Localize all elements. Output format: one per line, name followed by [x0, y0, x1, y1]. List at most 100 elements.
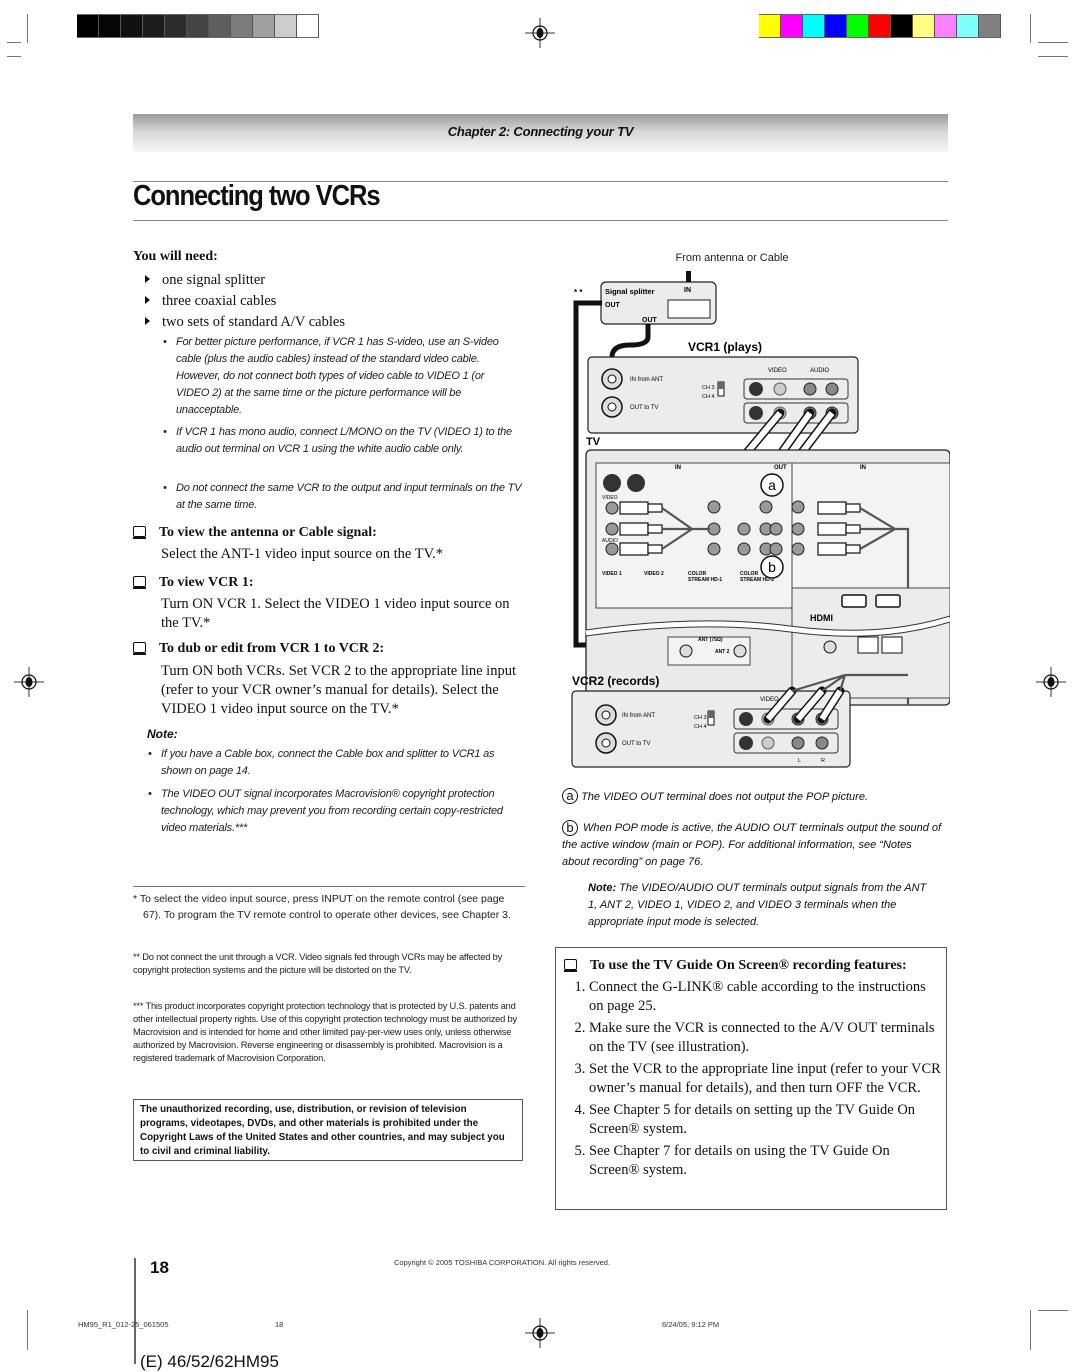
crop-mark — [7, 42, 21, 43]
svg-text:IN from ANT: IN from ANT — [630, 377, 663, 383]
page-number-rule — [134, 1258, 136, 1364]
color-swatch — [913, 15, 935, 37]
color-swatch — [143, 15, 165, 37]
svg-text:VIDEO 2: VIDEO 2 — [644, 571, 664, 577]
svg-text:VCR2 (records): VCR2 (records) — [572, 674, 659, 688]
svg-text:OUT: OUT — [774, 465, 787, 471]
svg-text:CH 4: CH 4 — [702, 394, 715, 400]
footnote-3: *** This product incorporates copyright … — [133, 1001, 517, 1063]
svg-text:IN from ANT: IN from ANT — [622, 713, 655, 719]
connection-diagram: From antenna or Cable Signal splitter IN… — [571, 252, 950, 768]
color-swatch — [803, 15, 825, 37]
svg-text:CH 3: CH 3 — [694, 715, 707, 721]
bullet-triangle-icon — [145, 296, 150, 304]
svg-text:* *: * * — [574, 288, 583, 297]
crop-mark — [27, 14, 28, 43]
callout-b: b — [768, 559, 776, 575]
color-swatch — [231, 15, 253, 37]
crop-mark — [27, 1310, 28, 1350]
list-item: See Chapter 7 for details on using the T… — [589, 1142, 941, 1180]
crop-mark — [1030, 14, 1031, 43]
list-item: Set the VCR to the appropriate line inpu… — [589, 1060, 941, 1098]
task-view-vcr1: To view VCR 1: Turn ON VCR 1. Select the… — [133, 575, 528, 633]
color-swatch — [275, 15, 297, 37]
tv-checkbox-icon — [133, 642, 146, 655]
task-view-antenna: To view the antenna or Cable signal: Sel… — [133, 525, 528, 564]
svg-text:OUT to TV: OUT to TV — [622, 741, 650, 747]
crop-mark — [7, 56, 21, 57]
slug-page: 18 — [275, 1320, 284, 1329]
color-swatch — [121, 15, 143, 37]
color-swatch — [825, 15, 847, 37]
registration-mark — [1036, 667, 1066, 697]
tv-checkbox-icon — [564, 959, 577, 972]
color-swatch — [957, 15, 979, 37]
page-title: Connecting two VCRs — [133, 180, 381, 212]
color-swatch — [847, 15, 869, 37]
footnote-1: * To select the video input source, pres… — [133, 893, 511, 921]
bullet-triangle-icon — [145, 317, 150, 325]
note-item: • The VIDEO OUT signal incorporates Macro… — [148, 788, 503, 834]
title-rule-bottom — [133, 220, 948, 221]
slug-file: HM95_R1_012-25_061505 — [78, 1320, 169, 1329]
svg-text:R: R — [821, 758, 825, 764]
tv-guide-recording-box: To use the TV Guide On Screen® recording… — [555, 947, 947, 1210]
svg-text:IN: IN — [860, 465, 866, 471]
svg-text:CH 3: CH 3 — [702, 385, 715, 391]
vcr1-panel: VCR1 (plays) IN from ANT OUT to TV CH 3 … — [587, 340, 859, 434]
color-swatch — [253, 15, 275, 37]
callout-a: a — [768, 477, 776, 493]
color-swatch — [979, 15, 1001, 37]
svg-text:CH 4: CH 4 — [694, 724, 707, 730]
svg-text:IN: IN — [684, 287, 691, 294]
needs-note: • For better picture performance, if VCR … — [163, 336, 499, 416]
color-swatch — [891, 15, 913, 37]
color-swatch — [77, 15, 99, 37]
registration-mark — [14, 667, 44, 697]
list-item: Make sure the VCR is connected to the A/… — [589, 1019, 941, 1057]
footnote-2: ** Do not connect the unit through a VCR… — [133, 952, 503, 975]
list-item: See Chapter 5 for details on setting up … — [589, 1101, 941, 1139]
svg-text:VIDEO: VIDEO — [768, 368, 787, 374]
copyright-warning-box: The unauthorized recording, use, distrib… — [133, 1099, 523, 1161]
bullet-triangle-icon — [145, 275, 150, 283]
guide-heading: To use the TV Guide On Screen® recording… — [590, 958, 907, 973]
list-item: Connect the G-LINK® cable according to t… — [589, 978, 941, 1016]
needs-heading: You will need: — [133, 249, 218, 264]
chapter-title: Chapter 2: Connecting your TV — [447, 124, 634, 139]
svg-text:AUDIO: AUDIO — [810, 368, 829, 374]
svg-text:VCR1 (plays): VCR1 (plays) — [688, 340, 762, 354]
tv-checkbox-icon — [133, 576, 146, 589]
svg-text:L: L — [798, 758, 801, 764]
list-item: three coaxial cables — [145, 293, 276, 310]
color-swatch — [869, 15, 891, 37]
process-color-bar — [759, 14, 1001, 38]
crop-mark — [1030, 1310, 1031, 1350]
svg-text:HDMI: HDMI — [810, 613, 833, 623]
color-swatch — [187, 15, 209, 37]
model-number: (E) 46/52/62HM95 — [140, 1352, 279, 1371]
svg-text:OUT: OUT — [642, 317, 658, 324]
needs-note: • If VCR 1 has mono audio, connect L/MONO… — [163, 426, 512, 455]
page-number: 18 — [150, 1258, 169, 1277]
svg-text:VIDEO 1: VIDEO 1 — [602, 571, 622, 577]
registration-mark — [525, 18, 555, 48]
color-swatch — [99, 15, 121, 37]
tv-checkbox-icon — [133, 526, 146, 539]
crop-mark — [1038, 1310, 1068, 1311]
svg-text:OUT: OUT — [605, 302, 621, 309]
color-swatch — [165, 15, 187, 37]
guide-steps: Connect the G-LINK® cable according to t… — [556, 978, 941, 1183]
tv-label: TV — [586, 436, 601, 448]
copyright: Copyright © 2005 TOSHIBA CORPORATION. Al… — [394, 1258, 611, 1267]
grayscale-color-bar — [77, 14, 319, 38]
color-swatch — [297, 15, 319, 37]
svg-text:STREAM HD-1: STREAM HD-1 — [688, 577, 722, 583]
svg-text:VIDEO: VIDEO — [760, 697, 779, 703]
registration-mark — [525, 1318, 555, 1348]
color-swatch — [935, 15, 957, 37]
list-item: two sets of standard A/V cables — [145, 314, 345, 331]
footnote-rule — [133, 886, 525, 887]
needs-note: • Do not connect the same VCR to the outp… — [163, 482, 522, 511]
callout-note-a: a The VIDEO OUT terminal does not output… — [562, 788, 942, 806]
